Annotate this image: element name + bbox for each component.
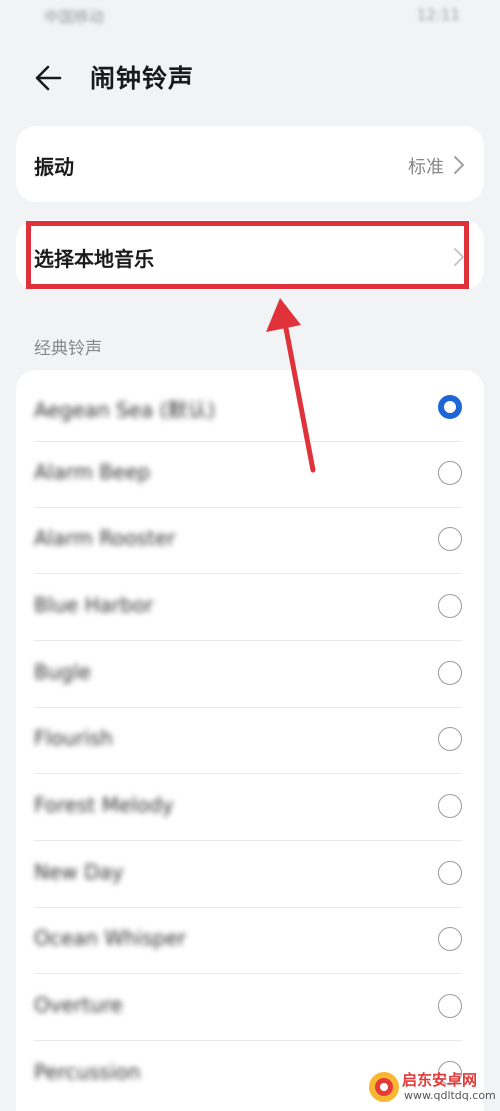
ringtone-name: Blue Harbor — [34, 593, 154, 617]
ringtone-item[interactable]: Ocean Whisper — [16, 908, 484, 974]
radio-unselected-icon[interactable] — [438, 594, 462, 618]
radio-unselected-icon[interactable] — [438, 527, 462, 551]
ringtone-name: New Day — [34, 860, 124, 884]
status-time: 12:11 — [416, 6, 460, 24]
divider — [34, 973, 462, 974]
ringtone-name: Forest Melody — [34, 793, 174, 817]
ringtone-name: Percussion — [34, 1060, 141, 1084]
page-title: 闹钟铃声 — [90, 64, 195, 93]
ringtone-name: Ocean Whisper — [34, 926, 186, 950]
ringtone-name: Flourish — [34, 726, 113, 750]
ringtone-name: Aegean Sea (默认) — [34, 398, 216, 422]
radio-unselected-icon[interactable] — [438, 727, 462, 751]
watermark-logo-icon — [369, 1072, 399, 1102]
vibration-label: 振动 — [34, 155, 74, 179]
radio-selected-icon[interactable] — [438, 395, 462, 419]
vibration-value: 标准 — [408, 157, 444, 178]
divider — [34, 1040, 462, 1041]
carrier-label: 中国移动 — [44, 8, 105, 26]
vibration-row[interactable]: 振动 标准 — [16, 126, 484, 202]
divider — [34, 840, 462, 841]
ringtone-item[interactable]: New Day — [16, 842, 484, 908]
ringtone-name: Alarm Beep — [34, 460, 151, 484]
back-arrow-icon — [35, 65, 62, 91]
ringtone-name: Bugle — [34, 660, 91, 684]
divider — [34, 773, 462, 774]
divider — [34, 573, 462, 574]
ringtone-item[interactable]: Blue Harbor — [16, 575, 484, 641]
select-local-music-row[interactable]: 选择本地音乐 — [16, 220, 484, 290]
ringtone-name: Alarm Rooster — [34, 526, 176, 550]
radio-unselected-icon[interactable] — [438, 927, 462, 951]
radio-unselected-icon[interactable] — [438, 661, 462, 685]
ringtone-list: Aegean Sea (默认) Alarm Beep Alarm Rooster… — [16, 370, 484, 1111]
ringtone-item[interactable]: Flourish — [16, 708, 484, 774]
ringtone-item[interactable]: Alarm Rooster — [16, 508, 484, 574]
divider — [34, 640, 462, 641]
ringtone-item[interactable]: Overture — [16, 975, 484, 1041]
radio-unselected-icon[interactable] — [438, 861, 462, 885]
ringtone-item[interactable]: Bugle — [16, 642, 484, 708]
back-button[interactable] — [30, 58, 70, 98]
watermark: 启东安卓网 www.qdltdq.com — [362, 1067, 496, 1107]
select-local-music-label: 选择本地音乐 — [34, 247, 154, 271]
ringtone-name: Overture — [34, 993, 123, 1017]
ringtone-item[interactable]: Aegean Sea (默认) — [16, 376, 484, 442]
watermark-url: www.qdltdq.com — [404, 1089, 496, 1102]
ringtone-item[interactable]: Forest Melody — [16, 775, 484, 841]
radio-unselected-icon[interactable] — [438, 461, 462, 485]
section-header-classic-ringtones: 经典铃声 — [34, 339, 102, 359]
ringtone-item[interactable]: Alarm Beep — [16, 442, 484, 508]
watermark-name: 启东安卓网 — [402, 1071, 478, 1089]
chevron-right-icon — [454, 156, 464, 174]
header: 闹钟铃声 — [0, 50, 500, 106]
alarm-ringtone-screen: 中国移动 12:11 闹钟铃声 振动 标准 选择本地音乐 经典铃声 Aegean… — [0, 0, 500, 1111]
radio-unselected-icon[interactable] — [438, 794, 462, 818]
radio-unselected-icon[interactable] — [438, 994, 462, 1018]
chevron-right-icon — [454, 248, 464, 266]
status-bar: 中国移动 12:11 — [0, 0, 500, 36]
